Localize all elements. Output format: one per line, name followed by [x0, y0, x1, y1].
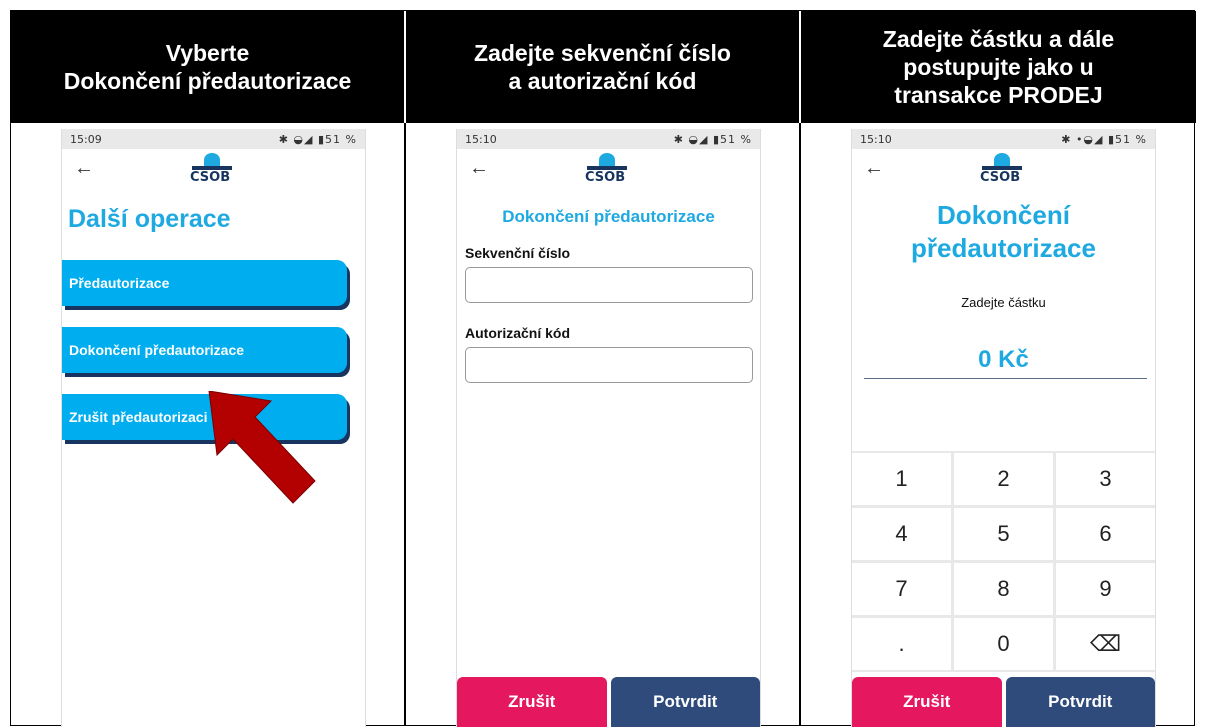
page-title: Dokončení předautorizace — [502, 207, 715, 226]
status-time: 15:09 — [70, 132, 102, 146]
action-bar: Zrušit Potvrdit — [852, 677, 1155, 727]
key-3[interactable]: 3 — [1056, 453, 1155, 505]
auth-code-input[interactable] — [465, 347, 753, 383]
key-2[interactable]: 2 — [954, 453, 1053, 505]
key-6[interactable]: 6 — [1056, 508, 1155, 560]
app-bar: ← ČSOB — [62, 149, 365, 191]
step3-header: Zadejte částku a dále postupujte jako u … — [801, 11, 1196, 123]
sequence-number-label: Sekvenční číslo — [465, 245, 571, 261]
key-9[interactable]: 9 — [1056, 563, 1155, 615]
step3-cell: 15:10 ✱ •◒◢ ▮51 % ← ČSOB Dokončení předa… — [801, 123, 1196, 727]
key-7[interactable]: 7 — [852, 563, 951, 615]
numeric-keypad: 1 2 3 4 5 6 7 8 9 . 0 ⌫ — [852, 451, 1155, 672]
status-bar: 15:09 ✱ ◒◢ ▮51 % — [62, 129, 365, 149]
cancel-button[interactable]: Zrušit — [457, 677, 607, 727]
key-8[interactable]: 8 — [954, 563, 1053, 615]
key-decimal[interactable]: . — [852, 618, 951, 670]
csob-logo: ČSOB — [978, 153, 1028, 185]
status-icons: ✱ ◒◢ ▮51 % — [278, 132, 357, 146]
step2-cell: 15:10 ✱ ◒◢ ▮51 % ← ČSOB Dokončení předau… — [406, 123, 801, 727]
app-bar: ← ČSOB — [457, 149, 760, 191]
confirm-button[interactable]: Potvrdit — [1005, 677, 1155, 727]
key-5[interactable]: 5 — [954, 508, 1053, 560]
step1-cell: 15:09 ✱ ◒◢ ▮51 % ← ČSOB Další operace Př… — [11, 123, 406, 727]
instruction-table: Vyberte Dokončení předautorizace Zadejte… — [10, 10, 1196, 727]
sequence-number-input[interactable] — [465, 267, 753, 303]
phone-screen-2: 15:10 ✱ ◒◢ ▮51 % ← ČSOB Dokončení předau… — [456, 129, 761, 727]
status-time: 15:10 — [860, 132, 892, 146]
amount-prompt: Zadejte částku — [961, 295, 1046, 310]
cancel-button[interactable]: Zrušit — [852, 677, 1002, 727]
back-arrow-icon[interactable]: ← — [74, 157, 94, 180]
back-arrow-icon[interactable]: ← — [469, 157, 489, 180]
status-bar: 15:10 ✱ ◒◢ ▮51 % — [457, 129, 760, 149]
status-bar: 15:10 ✱ •◒◢ ▮51 % — [852, 129, 1155, 149]
amount-display: 0 Kč — [978, 346, 1029, 373]
phone-screen-3: 15:10 ✱ •◒◢ ▮51 % ← ČSOB Dokončení předa… — [851, 129, 1156, 727]
status-icons: ✱ ◒◢ ▮51 % — [673, 132, 752, 146]
preauth-completion-button[interactable]: Dokončení předautorizace — [62, 327, 347, 373]
red-pointer-arrow-icon — [208, 391, 316, 504]
confirm-button[interactable]: Potvrdit — [610, 677, 760, 727]
back-arrow-icon[interactable]: ← — [864, 157, 884, 180]
page-title: Další operace — [68, 205, 231, 233]
action-bar: Zrušit Potvrdit — [457, 677, 760, 727]
step1-header: Vyberte Dokončení předautorizace — [11, 11, 406, 123]
step2-header: Zadejte sekvenční číslo a autorizační kó… — [406, 11, 801, 123]
key-1[interactable]: 1 — [852, 453, 951, 505]
csob-logo: ČSOB — [583, 153, 633, 185]
backspace-icon[interactable]: ⌫ — [1056, 618, 1155, 670]
status-time: 15:10 — [465, 132, 497, 146]
auth-code-label: Autorizační kód — [465, 325, 571, 341]
app-bar: ← ČSOB — [852, 149, 1155, 191]
preauthorization-button[interactable]: Předautorizace — [62, 260, 347, 306]
key-0[interactable]: 0 — [954, 618, 1053, 670]
status-icons: ✱ •◒◢ ▮51 % — [1061, 132, 1147, 146]
amount-underline — [864, 378, 1147, 379]
csob-logo: ČSOB — [188, 153, 238, 185]
page-title: Dokončení předautorizace — [911, 200, 1096, 263]
key-4[interactable]: 4 — [852, 508, 951, 560]
